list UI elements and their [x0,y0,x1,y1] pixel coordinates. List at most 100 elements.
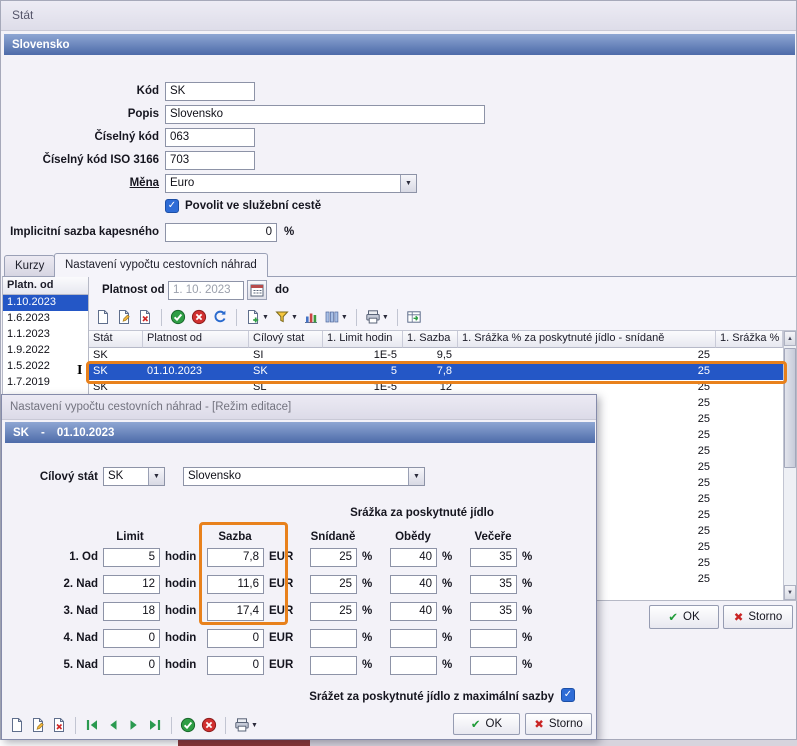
print-button[interactable]: ▼ [233,715,259,735]
cilovy-stat-name-select[interactable]: Slovensko ▼ [183,467,425,486]
list-item[interactable]: 1.5.2022 [3,359,88,375]
print-button[interactable]: ▼ [364,307,390,327]
analysis-button[interactable] [302,307,320,327]
eur-label: EUR [269,629,299,648]
list-item[interactable]: 1.1.2023 [3,327,88,343]
kapesne-input[interactable]: 0 [165,223,277,242]
last-record-button[interactable] [146,715,164,735]
mena-label[interactable]: Měna [1,174,159,193]
obedy-input[interactable]: 40 [390,575,437,594]
chevron-down-icon[interactable]: ▼ [251,722,258,729]
delete-record-button[interactable] [50,715,68,735]
platnost-od-input[interactable]: 1. 10. 2023 [168,281,244,300]
list-item[interactable]: 1.10.2023 [3,295,88,311]
tab-nastaveni[interactable]: Nastavení vypočtu cestovních náhrad [54,253,268,277]
percent-label: % [442,602,456,621]
cell-pos [716,508,783,524]
chevron-down-icon[interactable]: ▼ [291,314,298,321]
chevron-down-icon[interactable]: ▼ [341,314,348,321]
edit-record-button[interactable] [115,307,133,327]
vecere-input[interactable] [470,656,517,675]
vertical-scrollbar[interactable]: ▲ ▼ [783,331,796,600]
next-record-button[interactable] [125,715,143,735]
platnost-list-header[interactable]: Platn. od [3,277,88,295]
confirm-button[interactable] [169,307,187,327]
mena-select[interactable]: Euro ▼ [165,174,417,193]
ciselny-kod-input[interactable]: 063 [165,128,255,147]
new-record-button[interactable] [94,307,112,327]
delete-record-button[interactable] [136,307,154,327]
column-header[interactable]: 1. Limit hodin [323,331,403,348]
export-button[interactable] [405,307,423,327]
edit-record-button[interactable] [29,715,47,735]
limit-input[interactable]: 0 [103,629,160,648]
columns-button[interactable]: ▼ [323,307,349,327]
scroll-down-button[interactable]: ▼ [784,585,796,600]
filter-button[interactable]: ▼ [273,307,299,327]
column-header[interactable]: 1. Srážka % za poskytnuté jídlo - snídan… [458,331,716,348]
cancel-button[interactable] [200,715,218,735]
chevron-down-icon[interactable]: ▼ [400,175,416,192]
table-row[interactable]: SKSI1E-59,525 [89,348,796,364]
chevron-down-icon[interactable]: ▼ [408,468,424,485]
limit-input[interactable]: 0 [103,656,160,675]
list-item[interactable]: 1.9.2022 [3,343,88,359]
storno-button[interactable]: ✖Storno [723,605,793,629]
chevron-down-icon[interactable]: ▼ [262,314,269,321]
list-item[interactable]: 1.6.2023 [3,311,88,327]
sazba-input[interactable]: 7,8 [207,548,264,567]
obedy-input[interactable]: 40 [390,548,437,567]
limit-input[interactable]: 5 [103,548,160,567]
new-record-button[interactable] [8,715,26,735]
popis-input[interactable]: Slovensko [165,105,485,124]
iso-kod-input[interactable]: 703 [165,151,255,170]
column-header[interactable]: Platnost od [143,331,249,348]
vecere-input[interactable]: 35 [470,575,517,594]
dialog-ok-button[interactable]: ✔OK [453,713,520,735]
vecere-input[interactable]: 35 [470,602,517,621]
column-header[interactable]: 1. Sazba [403,331,458,348]
previous-record-button[interactable] [104,715,122,735]
vecere-input[interactable]: 35 [470,548,517,567]
srazet-checkbox[interactable]: ✓ [561,688,575,702]
povolit-checkbox[interactable]: ✓ [165,199,179,213]
snidane-input[interactable]: 25 [310,548,357,567]
snidane-input[interactable] [310,656,357,675]
sazba-input[interactable]: 0 [207,656,264,675]
table-header: StátPlatnost odCílový stat1. Limit hodin… [89,331,796,348]
insert-template-button[interactable]: ▼ [244,307,270,327]
ok-button[interactable]: ✔OK [649,605,719,629]
column-header[interactable]: 1. Srážka % za pos [716,331,783,348]
dialog-storno-button[interactable]: ✖Storno [525,713,592,735]
table-row[interactable]: SK01.10.2023SK57,825 [89,364,796,380]
sazba-input[interactable]: 0 [207,629,264,648]
column-header[interactable]: Cílový stat [249,331,323,348]
chevron-down-icon[interactable]: ▼ [148,468,164,485]
confirm-button[interactable] [179,715,197,735]
list-item[interactable]: 1.7.2019 [3,375,88,391]
kod-input[interactable]: SK [165,82,255,101]
obedy-input[interactable] [390,656,437,675]
obedy-input[interactable] [390,629,437,648]
snidane-input[interactable]: 25 [310,575,357,594]
calendar-button[interactable] [247,280,267,300]
snidane-input[interactable] [310,629,357,648]
cilovy-stat-code-select[interactable]: SK ▼ [103,467,165,486]
kapesne-unit-label: % [284,223,294,242]
sazba-input[interactable]: 17,4 [207,602,264,621]
limit-input[interactable]: 18 [103,602,160,621]
scroll-up-button[interactable]: ▲ [784,331,796,346]
row-label: 5. Nad [30,656,98,675]
obedy-input[interactable]: 40 [390,602,437,621]
scrollbar-thumb[interactable] [784,348,796,468]
cancel-button[interactable] [190,307,208,327]
chevron-down-icon[interactable]: ▼ [382,314,389,321]
vecere-input[interactable] [470,629,517,648]
first-record-button[interactable] [83,715,101,735]
snidane-input[interactable]: 25 [310,602,357,621]
limit-input[interactable]: 12 [103,575,160,594]
tab-kurzy[interactable]: Kurzy [4,255,55,276]
sazba-input[interactable]: 11,6 [207,575,264,594]
refresh-button[interactable] [211,307,229,327]
column-header[interactable]: Stát [89,331,143,348]
